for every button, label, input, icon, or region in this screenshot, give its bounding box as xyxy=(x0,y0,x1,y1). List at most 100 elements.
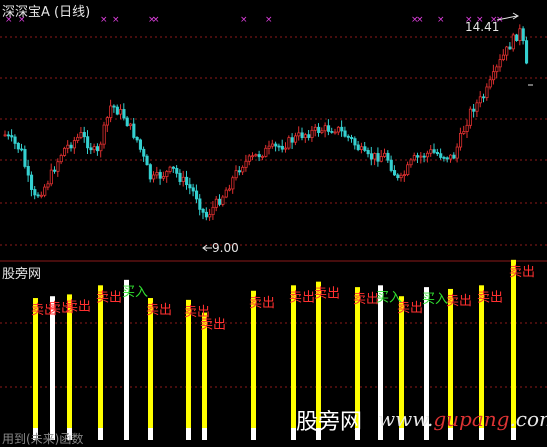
candle-body xyxy=(495,66,499,73)
candle-body xyxy=(359,146,364,150)
watermark-url-prefix: www. xyxy=(378,407,434,431)
candle-body xyxy=(429,149,433,154)
candle-body xyxy=(6,134,11,137)
candle-body xyxy=(399,174,403,179)
future-function-note: 用到(未来)函数 xyxy=(2,432,84,446)
candle-body xyxy=(251,155,255,158)
candle-body xyxy=(452,154,456,159)
candle-body xyxy=(373,153,377,160)
candle-body xyxy=(369,153,373,160)
candle-body xyxy=(409,159,413,166)
candle-body xyxy=(297,132,301,137)
candle-body xyxy=(218,198,222,205)
candle-body xyxy=(49,169,53,185)
candle-body xyxy=(76,136,80,141)
candle-body xyxy=(39,194,43,197)
candle-body xyxy=(402,174,406,177)
candle-body xyxy=(363,146,367,151)
signal-labels: 卖出卖出卖出卖出 买入卖出 卖出卖出卖出 卖出卖出 卖出买入卖出买入卖出 卖出卖出 xyxy=(31,265,535,333)
candle-body xyxy=(244,160,248,168)
candle-body xyxy=(115,106,119,115)
candle-body xyxy=(313,126,317,131)
candle-body xyxy=(138,139,143,150)
candle-body xyxy=(175,167,179,174)
candle-body xyxy=(29,174,34,190)
candle-body xyxy=(455,146,459,159)
candle-body xyxy=(336,126,340,133)
candle-body xyxy=(221,196,225,205)
candle-body xyxy=(445,157,449,160)
candle-body xyxy=(267,145,271,149)
candle-body xyxy=(59,155,63,163)
price-grid xyxy=(0,36,547,388)
candle-body xyxy=(86,136,90,149)
candle-body xyxy=(330,131,334,133)
candle-body xyxy=(181,176,185,182)
watermark-url: www.gupang.com xyxy=(378,407,547,431)
candle-body xyxy=(155,172,159,176)
sell-signal-label: 卖出 xyxy=(397,301,423,316)
candle-body xyxy=(508,46,512,50)
candle-body xyxy=(353,138,357,146)
candle-body xyxy=(346,135,350,138)
signal-bar xyxy=(251,290,256,428)
candle-body xyxy=(148,164,152,180)
candle-body xyxy=(525,40,529,64)
candle-body xyxy=(478,96,482,104)
sell-signal-label: 卖出 xyxy=(65,299,91,314)
candle-body xyxy=(46,183,50,188)
candle-body xyxy=(270,143,274,147)
candle-body xyxy=(69,144,73,149)
candle-body xyxy=(89,147,93,151)
candle-body xyxy=(13,136,17,144)
candle-body xyxy=(511,34,515,50)
candle-body xyxy=(152,174,156,180)
candle-body xyxy=(119,109,123,115)
x-marker-icon: × xyxy=(112,15,120,25)
x-marker-icon: × xyxy=(240,15,248,25)
candle-body xyxy=(112,105,116,108)
watermark-text: 股旁网 xyxy=(296,410,363,435)
candle-body xyxy=(79,132,83,138)
candle-body xyxy=(386,152,390,161)
candle-body xyxy=(145,155,149,166)
high-price-label: 14.41 xyxy=(465,20,500,34)
signal-bar xyxy=(98,285,103,428)
sell-signal-label: 卖出 xyxy=(477,290,503,305)
candle-body xyxy=(472,108,476,112)
sell-signal-label: 卖出 xyxy=(96,290,122,305)
candle-body xyxy=(468,108,472,126)
candle-body xyxy=(171,166,176,169)
candle-body xyxy=(122,109,126,119)
signal-bar xyxy=(511,259,516,428)
candle-body xyxy=(356,144,360,150)
signal-bar-foot xyxy=(251,428,256,440)
candle-body xyxy=(82,132,86,138)
candle-body xyxy=(333,131,337,134)
candle-body xyxy=(284,147,288,150)
candle-body xyxy=(142,148,146,157)
candle-body xyxy=(132,123,136,138)
candle-body xyxy=(290,137,294,143)
candle-body xyxy=(485,86,489,98)
candle-body xyxy=(23,149,27,167)
candle-body xyxy=(92,146,96,151)
candle-body xyxy=(521,28,525,42)
candle-body xyxy=(204,211,209,218)
candle-body xyxy=(280,145,284,150)
candle-body xyxy=(20,148,24,151)
candle-body xyxy=(307,134,311,138)
candle-body xyxy=(105,117,110,126)
candle-body xyxy=(488,79,492,88)
candle-body xyxy=(274,143,278,147)
candle-body xyxy=(33,189,37,196)
candle-body xyxy=(422,155,426,158)
signal-bar-foot xyxy=(124,428,129,440)
candle-body xyxy=(406,164,410,176)
signal-bar-foot xyxy=(148,428,153,440)
candle-body xyxy=(53,169,57,172)
candle-body xyxy=(128,123,133,127)
watermark-url-domain: gupang xyxy=(433,407,510,431)
buy-signal-label: 买入 xyxy=(422,292,448,307)
candle-body xyxy=(350,136,354,140)
